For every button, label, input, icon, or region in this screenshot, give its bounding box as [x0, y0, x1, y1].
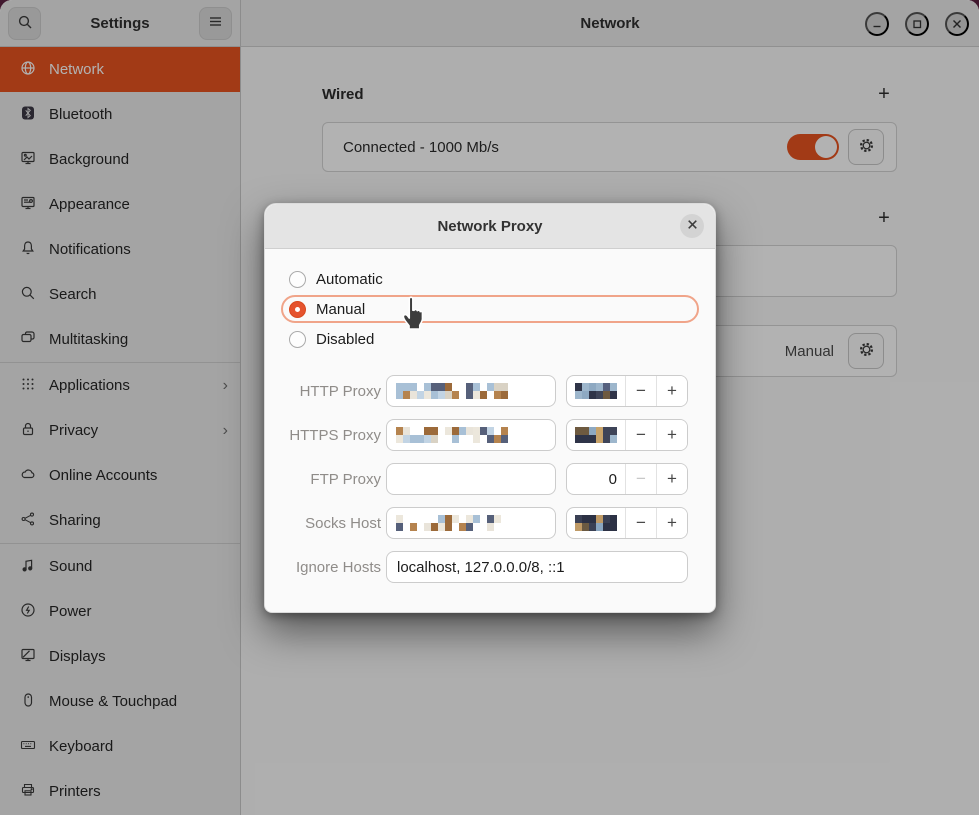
field-label: HTTPS Proxy [281, 427, 381, 444]
dialog-close-button[interactable] [680, 214, 704, 238]
decrement-button-disabled[interactable]: − [625, 464, 656, 494]
decrement-button[interactable]: − [625, 508, 656, 538]
radio-option-manual[interactable]: Manual [281, 295, 699, 323]
port-value[interactable] [567, 508, 625, 538]
dialog-headerbar: Network Proxy [265, 204, 715, 249]
redacted-port-value [575, 383, 617, 399]
redacted-host-value [396, 427, 508, 443]
http-proxy-row: HTTP Proxy − + [281, 375, 699, 407]
ftp-proxy-row: FTP Proxy 0 − + [281, 463, 699, 495]
dialog-body: Automatic Manual Disabled HTTP Proxy [265, 249, 715, 583]
radio-option-disabled[interactable]: Disabled [281, 326, 699, 352]
radio-icon [289, 271, 306, 288]
decrement-button[interactable]: − [625, 420, 656, 450]
increment-button[interactable]: + [656, 508, 687, 538]
radio-icon [289, 331, 306, 348]
redacted-host-value [396, 515, 508, 531]
socks-host-row: Socks Host − + [281, 507, 699, 539]
proxy-form: HTTP Proxy − + HTTPS Proxy [281, 375, 699, 583]
ignore-hosts-input[interactable] [386, 551, 688, 583]
field-label: Socks Host [281, 515, 381, 532]
dialog-title: Network Proxy [437, 218, 542, 235]
decrement-button[interactable]: − [625, 376, 656, 406]
radio-label: Disabled [316, 331, 374, 348]
https-proxy-row: HTTPS Proxy − + [281, 419, 699, 451]
settings-window: Settings Network [0, 0, 979, 815]
increment-button[interactable]: + [656, 464, 687, 494]
field-label: HTTP Proxy [281, 383, 381, 400]
ignore-hosts-row: Ignore Hosts [281, 551, 699, 583]
http-proxy-port-spinner: − + [566, 375, 688, 407]
radio-checked-icon [289, 301, 306, 318]
ftp-proxy-host-input[interactable] [386, 463, 556, 495]
radio-label: Manual [316, 301, 365, 318]
close-icon [686, 218, 699, 234]
field-label: FTP Proxy [281, 471, 381, 488]
socks-port-spinner: − + [566, 507, 688, 539]
redacted-port-value [575, 515, 617, 531]
port-value[interactable] [567, 420, 625, 450]
port-value[interactable]: 0 [567, 464, 625, 494]
network-proxy-dialog: Network Proxy Automatic Manual Disabled … [264, 203, 716, 613]
https-proxy-port-spinner: − + [566, 419, 688, 451]
redacted-host-value [396, 383, 508, 399]
field-label: Ignore Hosts [281, 559, 381, 576]
redacted-port-value [575, 427, 617, 443]
radio-label: Automatic [316, 271, 383, 288]
mouse-cursor-pointer [399, 296, 426, 337]
radio-option-automatic[interactable]: Automatic [281, 266, 699, 292]
ftp-proxy-port-spinner: 0 − + [566, 463, 688, 495]
port-value[interactable] [567, 376, 625, 406]
increment-button[interactable]: + [656, 376, 687, 406]
increment-button[interactable]: + [656, 420, 687, 450]
